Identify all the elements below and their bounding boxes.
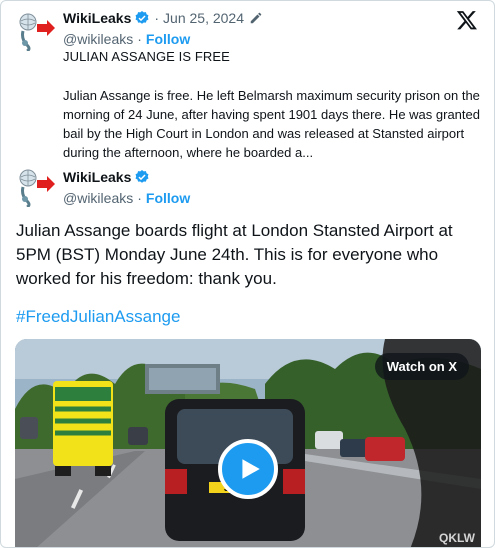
main-tweet-text: Julian Assange boards flight at London S… — [16, 221, 453, 288]
wikileaks-avatar[interactable] — [15, 165, 57, 207]
verified-badge-icon — [134, 10, 150, 26]
quoted-tweet-body[interactable]: Julian Assange is free. He left Belmarsh… — [63, 86, 483, 162]
quoted-handle-row: @wikileaks · Follow — [63, 31, 190, 47]
quoted-tweet-date[interactable]: Jun 25, 2024 — [163, 10, 244, 26]
video-player[interactable]: SN23 Watch on X QKLW — [15, 339, 481, 547]
separator-dot: · — [154, 10, 160, 26]
separator-dot: · — [137, 190, 142, 206]
main-handle[interactable]: @wikileaks — [63, 190, 133, 206]
hashtag-link[interactable]: #FreedJulianAssange — [16, 307, 180, 327]
quoted-tweet-title: JULIAN ASSANGE IS FREE — [63, 49, 230, 64]
main-display-name[interactable]: WikiLeaks — [63, 169, 131, 185]
tweet-card: WikiLeaks · Jun 25, 2024 @wikileaks · Fo… — [0, 0, 495, 548]
quoted-follow-button[interactable]: Follow — [146, 31, 190, 47]
quoted-handle[interactable]: @wikileaks — [63, 31, 133, 47]
quoted-display-name[interactable]: WikiLeaks — [63, 10, 131, 26]
verified-badge-icon — [134, 169, 150, 185]
separator-dot: · — [137, 31, 142, 47]
main-follow-button[interactable]: Follow — [146, 190, 190, 206]
main-handle-row: @wikileaks · Follow — [63, 190, 190, 206]
play-icon — [242, 459, 260, 479]
main-tweet-header: WikiLeaks — [63, 169, 150, 185]
pencil-edit-icon[interactable] — [249, 11, 263, 25]
quoted-tweet-header: WikiLeaks · Jun 25, 2024 — [63, 10, 263, 26]
watermark: QKLW — [439, 531, 475, 545]
wikileaks-avatar[interactable] — [15, 9, 57, 51]
x-logo-icon[interactable] — [456, 9, 478, 31]
play-button[interactable] — [218, 439, 278, 499]
watch-on-x-button[interactable]: Watch on X — [374, 353, 469, 380]
